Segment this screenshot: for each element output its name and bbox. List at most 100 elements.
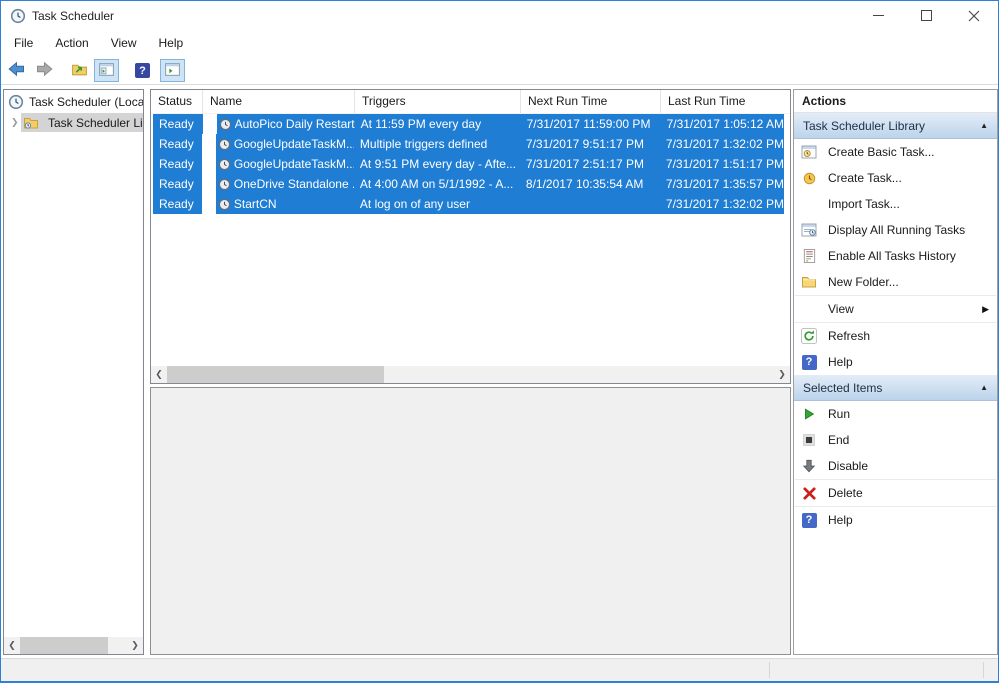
- toggle-action-pane-button[interactable]: [160, 59, 185, 82]
- task-row[interactable]: Ready GoogleUpdateTaskM... Multiple trig…: [151, 134, 790, 154]
- task-scheduler-window: Task Scheduler File Action View Help: [0, 0, 999, 683]
- actions-title: Actions: [794, 90, 997, 113]
- next-run-cell: 7/31/2017 11:59:00 PM: [521, 117, 661, 131]
- triggers-cell: At 9:51 PM every day - Afte...: [354, 157, 520, 171]
- action-view[interactable]: View ▶: [794, 296, 997, 322]
- scroll-track[interactable]: [20, 637, 127, 654]
- action-run[interactable]: Run: [794, 401, 997, 427]
- action-create-task[interactable]: Create Task...: [794, 165, 997, 191]
- task-row[interactable]: Ready GoogleUpdateTaskM... At 9:51 PM ev…: [151, 154, 790, 174]
- disable-icon: [801, 458, 817, 474]
- folder-clock-icon: [23, 115, 39, 131]
- task-row[interactable]: Ready OneDrive Standalone ... At 4:00 AM…: [151, 174, 790, 194]
- action-end[interactable]: End: [794, 427, 997, 453]
- statusbar-separator: [769, 662, 770, 678]
- maximize-button[interactable]: [902, 1, 950, 30]
- delete-icon: [801, 485, 817, 501]
- task-clock-icon: [216, 158, 234, 171]
- triggers-cell: At 11:59 PM every day: [355, 117, 521, 131]
- statusbar: [1, 658, 998, 681]
- action-help-library[interactable]: ? Help: [794, 349, 997, 375]
- task-row[interactable]: Ready AutoPico Daily Restart At 11:59 PM…: [151, 114, 790, 134]
- action-disable[interactable]: Disable: [794, 453, 997, 479]
- statusbar-separator: [983, 662, 984, 678]
- scroll-left-arrow[interactable]: ❮: [151, 366, 167, 383]
- column-header-name[interactable]: Name: [203, 90, 355, 113]
- chevron-right-icon[interactable]: ❯: [11, 117, 21, 128]
- task-scheduler-app-icon: [10, 8, 26, 24]
- tree-item-task-scheduler-local[interactable]: Task Scheduler (Local): [4, 92, 143, 111]
- column-header-triggers[interactable]: Triggers: [355, 90, 521, 113]
- last-run-cell: 7/31/2017 1:05:12 AM: [661, 117, 784, 131]
- tasks-history-icon: [801, 248, 817, 264]
- show-in-folder-button[interactable]: [67, 59, 92, 82]
- blank-icon: [801, 196, 817, 212]
- menu-action[interactable]: Action: [44, 30, 99, 57]
- forward-button[interactable]: [31, 59, 56, 82]
- close-icon: [968, 10, 980, 22]
- scroll-thumb[interactable]: [20, 637, 108, 654]
- forward-arrow-icon: [34, 59, 54, 82]
- action-delete[interactable]: Delete: [794, 480, 997, 506]
- task-clock-icon: [216, 178, 234, 191]
- name-cell: GoogleUpdateTaskM...: [234, 137, 354, 151]
- action-enable-all-tasks-history[interactable]: Enable All Tasks History: [794, 243, 997, 269]
- name-cell: GoogleUpdateTaskM...: [234, 157, 354, 171]
- name-cell: StartCN: [234, 197, 354, 211]
- action-new-folder[interactable]: New Folder...: [794, 269, 997, 295]
- list-horizontal-scrollbar: ❮ ❯: [151, 366, 790, 383]
- minimize-button[interactable]: [854, 1, 902, 30]
- titlebar: Task Scheduler: [1, 1, 998, 30]
- next-run-cell: 7/31/2017 9:51:17 PM: [520, 137, 660, 151]
- preview-pane: [150, 387, 791, 655]
- scroll-thumb[interactable]: [167, 366, 384, 383]
- actions-group-header-selected-items[interactable]: Selected Items ▲: [794, 375, 997, 401]
- toggle-console-tree-button[interactable]: [94, 59, 119, 82]
- column-header-status[interactable]: Status: [151, 90, 203, 113]
- help-button[interactable]: ?: [130, 59, 155, 82]
- collapse-arrow-icon: ▲: [980, 383, 988, 392]
- task-row[interactable]: Ready StartCN At log on of any user 7/31…: [151, 194, 790, 214]
- column-header-next-run-time[interactable]: Next Run Time: [521, 90, 661, 113]
- action-display-all-running-tasks[interactable]: Display All Running Tasks: [794, 217, 997, 243]
- column-header-last-run-time[interactable]: Last Run Time: [661, 90, 790, 113]
- maximize-icon: [921, 10, 932, 21]
- action-pane-icon: [164, 61, 181, 81]
- tree-item-task-scheduler-library[interactable]: ❯ Task Scheduler Library: [4, 113, 143, 132]
- status-cell: Ready: [153, 154, 202, 174]
- collapse-arrow-icon: ▲: [980, 121, 988, 130]
- clock-icon: [8, 94, 24, 110]
- submenu-arrow-icon: ▶: [982, 304, 989, 315]
- tree-horizontal-scrollbar: ❮ ❯: [4, 637, 143, 654]
- tree-item-label: Task Scheduler (Local): [29, 95, 143, 109]
- action-refresh[interactable]: Refresh: [794, 323, 997, 349]
- scroll-left-arrow[interactable]: ❮: [4, 637, 20, 654]
- triggers-cell: Multiple triggers defined: [354, 137, 520, 151]
- help-icon: ?: [802, 355, 817, 370]
- action-help-selected[interactable]: ? Help: [794, 507, 997, 533]
- close-button[interactable]: [950, 1, 998, 30]
- console-tree-icon: [98, 61, 115, 81]
- menu-help[interactable]: Help: [148, 30, 195, 57]
- scroll-right-arrow[interactable]: ❯: [774, 366, 790, 383]
- status-cell: Ready: [153, 174, 202, 194]
- triggers-cell: At log on of any user: [354, 197, 520, 211]
- display-running-tasks-icon: [801, 222, 817, 238]
- scroll-track[interactable]: [167, 366, 774, 383]
- refresh-icon: [801, 328, 817, 344]
- scroll-right-arrow[interactable]: ❯: [127, 637, 143, 654]
- menu-file[interactable]: File: [3, 30, 44, 57]
- name-cell: AutoPico Daily Restart: [235, 117, 355, 131]
- back-button[interactable]: [4, 59, 29, 82]
- minimize-icon: [873, 10, 884, 21]
- last-run-cell: 7/31/2017 1:35:57 PM: [660, 177, 784, 191]
- status-cell: Ready: [153, 134, 202, 154]
- action-import-task[interactable]: Import Task...: [794, 191, 997, 217]
- actions-group-header-library[interactable]: Task Scheduler Library ▲: [794, 113, 997, 139]
- menu-view[interactable]: View: [100, 30, 148, 57]
- window-title: Task Scheduler: [32, 9, 114, 23]
- create-basic-task-icon: [801, 144, 817, 160]
- new-folder-icon: [801, 274, 817, 290]
- next-run-cell: 8/1/2017 10:35:54 AM: [520, 177, 660, 191]
- action-create-basic-task[interactable]: Create Basic Task...: [794, 139, 997, 165]
